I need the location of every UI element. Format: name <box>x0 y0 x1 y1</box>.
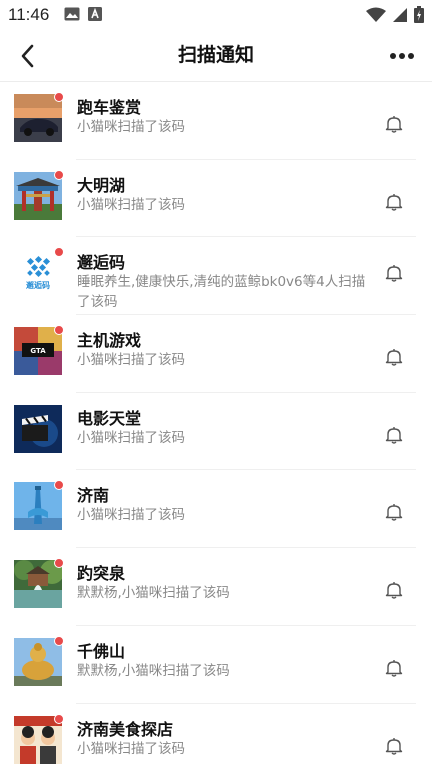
list-item[interactable]: GTA 主机游戏 小猫咪扫描了该码 <box>0 315 432 393</box>
unread-dot <box>54 558 64 569</box>
unread-dot <box>54 247 64 258</box>
unread-dot <box>54 635 64 646</box>
scan-notification-list: 跑车鉴赏 小猫咪扫描了该码 大明湖 小猫咪扫描了该码 邂逅码 邂逅码 睡眠养生,… <box>0 82 432 768</box>
film-clapper-thumbnail <box>14 404 62 453</box>
logo-text: 邂逅码 <box>26 280 50 290</box>
bell-icon[interactable] <box>384 502 404 522</box>
more-options-icon[interactable] <box>386 40 418 72</box>
svg-text:GTA: GTA <box>30 347 46 355</box>
signal-icon <box>393 7 407 22</box>
list-item[interactable]: 跑车鉴赏 小猫咪扫描了该码 <box>0 82 432 160</box>
bell-icon[interactable] <box>384 425 404 445</box>
status-bar: 11:46 <box>0 0 432 30</box>
bell-icon[interactable] <box>384 263 404 283</box>
gate-archway-thumbnail <box>14 171 62 220</box>
wifi-icon <box>366 7 386 22</box>
bell-icon[interactable] <box>384 192 404 212</box>
item-title: 电影天堂 <box>77 408 142 428</box>
unread-dot <box>54 92 64 102</box>
encounter-code-logo: 邂逅码 <box>14 249 62 298</box>
status-time: 11:46 <box>8 5 50 24</box>
unread-dot <box>54 169 64 180</box>
battery-icon <box>414 6 424 23</box>
bell-icon[interactable] <box>384 736 404 756</box>
page-title: 扫描通知 <box>177 44 254 66</box>
item-title: 趵突泉 <box>77 564 126 584</box>
buddha-statue-thumbnail <box>14 637 62 686</box>
unread-dot <box>54 480 64 491</box>
item-title: 济南 <box>77 486 110 506</box>
gallery-icon <box>64 7 80 21</box>
unread-dot <box>54 713 64 724</box>
unread-dot <box>54 325 64 336</box>
bell-icon[interactable] <box>384 347 404 367</box>
list-item[interactable]: 大明湖 小猫咪扫描了该码 <box>0 160 432 238</box>
monument-thumbnail <box>14 482 62 531</box>
bell-icon[interactable] <box>384 580 404 600</box>
item-title: 大明湖 <box>77 175 126 195</box>
item-subtitle: 默默杨,小猫咪扫描了该码 <box>77 662 230 679</box>
spring-garden-thumbnail <box>14 560 62 609</box>
bell-icon[interactable] <box>384 658 404 678</box>
item-title: 邂逅码 <box>77 253 126 273</box>
item-subtitle: 小猫咪扫描了该码 <box>77 507 185 524</box>
item-title: 跑车鉴赏 <box>77 98 142 117</box>
item-subtitle: 小猫咪扫描了该码 <box>77 352 185 369</box>
item-subtitle: 小猫咪扫描了该码 <box>77 119 185 135</box>
list-item[interactable]: 济南美食探店 小猫咪扫描了该码 <box>0 704 432 768</box>
list-item[interactable]: 电影天堂 小猫咪扫描了该码 <box>0 393 432 471</box>
item-subtitle: 小猫咪扫描了该码 <box>77 740 185 757</box>
list-item[interactable]: 济南 小猫咪扫描了该码 <box>0 470 432 548</box>
list-item[interactable]: 趵突泉 默默杨,小猫咪扫描了该码 <box>0 548 432 626</box>
bell-icon[interactable] <box>384 114 404 134</box>
item-subtitle: 默默杨,小猫咪扫描了该码 <box>77 585 230 602</box>
list-item[interactable]: 邂逅码 邂逅码 睡眠养生,健康快乐,清纯的蓝鲸bk0v6等4人扫描了该码 <box>0 237 432 315</box>
item-subtitle: 小猫咪扫描了该码 <box>77 196 185 213</box>
item-title: 济南美食探店 <box>77 719 174 739</box>
item-subtitle: 睡眠养生,健康快乐,清纯的蓝鲸bk0v6等4人扫描了该码 <box>77 274 366 311</box>
item-title: 主机游戏 <box>77 331 142 351</box>
sports-car-thumbnail <box>14 94 62 142</box>
item-title: 千佛山 <box>77 641 126 661</box>
list-item[interactable]: 千佛山 默默杨,小猫咪扫描了该码 <box>0 626 432 704</box>
nav-bar: 扫描通知 <box>0 30 432 82</box>
item-subtitle: 小猫咪扫描了该码 <box>77 429 185 446</box>
app-a-icon <box>88 7 102 21</box>
game-cover-thumbnail: GTA <box>14 327 62 376</box>
